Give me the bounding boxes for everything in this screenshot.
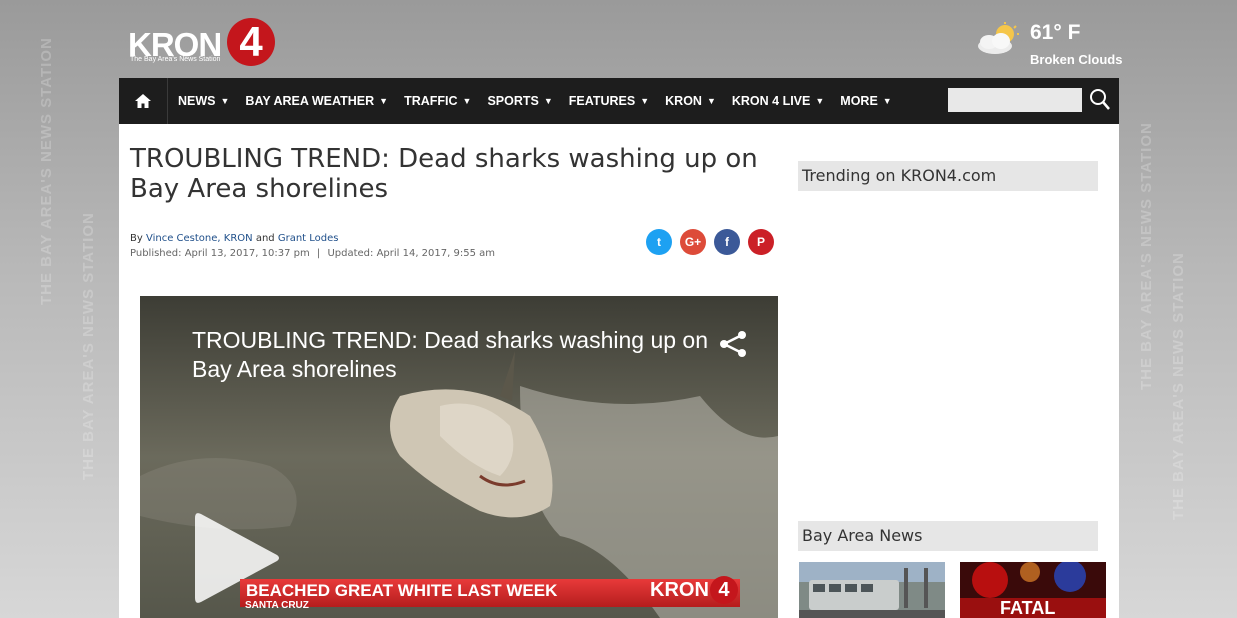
google-plus-icon[interactable]: G+ — [680, 229, 706, 255]
caret-down-icon: ▼ — [640, 96, 650, 106]
nav-item-label: TRAFFIC — [404, 94, 458, 108]
search-icon[interactable] — [1089, 88, 1111, 112]
weather-condition: Broken Clouds — [1030, 52, 1123, 67]
nav-item-sports[interactable]: SPORTS ▼ — [479, 94, 560, 108]
nav-item-kron[interactable]: KRON ▼ — [657, 94, 724, 108]
nav-item-label: BAY AREA WEATHER — [245, 94, 375, 108]
nav-item-label: FEATURES — [568, 94, 636, 108]
news-thumbnail-fatal[interactable]: FATAL — [960, 562, 1106, 618]
date-separator: | — [316, 248, 321, 259]
trending-header: Trending on KRON4.com — [798, 161, 1098, 191]
nav-item-more[interactable]: MORE ▼ — [832, 94, 899, 108]
bay-area-news-header: Bay Area News — [798, 521, 1098, 551]
article-headline: TROUBLING TREND: Dead sharks washing up … — [130, 144, 758, 204]
news-thumbnail-train[interactable] — [799, 562, 945, 618]
nav-item-label: KRON — [665, 94, 702, 108]
caret-down-icon: ▼ — [543, 96, 553, 106]
background-watermark: THE BAY AREA'S NEWS STATION — [1138, 122, 1155, 390]
caret-down-icon: ▼ — [706, 96, 716, 106]
thumbnail-caption: FATAL — [1000, 598, 1056, 618]
background-watermark: THE BAY AREA'S NEWS STATION — [1170, 252, 1187, 520]
author-link[interactable]: Grant Lodes — [278, 233, 339, 244]
facebook-icon[interactable]: f — [714, 229, 740, 255]
byline-and: and — [255, 233, 275, 244]
caret-down-icon: ▼ — [220, 96, 230, 106]
nav-item-news[interactable]: NEWS ▼ — [170, 94, 237, 108]
lower-third-logo-word: KRON — [650, 579, 709, 601]
caret-down-icon: ▼ — [882, 96, 892, 106]
lower-third-location: SANTA CRUZ — [245, 600, 309, 611]
nav-item-traffic[interactable]: TRAFFIC ▼ — [396, 94, 479, 108]
nav-item-features[interactable]: FEATURES ▼ — [561, 94, 657, 108]
lower-third-headline: BEACHED GREAT WHITE LAST WEEK — [246, 581, 558, 600]
search-input[interactable] — [948, 88, 1082, 112]
partly-cloudy-icon — [978, 22, 1019, 54]
caret-down-icon: ▼ — [462, 96, 472, 106]
caret-down-icon: ▼ — [379, 96, 389, 106]
author-link[interactable]: Vince Cestone, KRON — [146, 233, 253, 244]
nav-item-bay-area-weather[interactable]: BAY AREA WEATHER ▼ — [237, 94, 396, 108]
nav-item-kron4-live[interactable]: KRON 4 LIVE ▼ — [724, 94, 832, 108]
logo-number: 4 — [227, 18, 275, 66]
pinterest-icon[interactable]: P — [748, 229, 774, 255]
nav-item-label: MORE — [840, 94, 878, 108]
content-area: TROUBLING TREND: Dead sharks washing up … — [119, 124, 1119, 618]
nav-item-label: SPORTS — [487, 94, 539, 108]
video-title: TROUBLING TREND: Dead sharks washing up … — [192, 327, 708, 382]
background-watermark: THE BAY AREA'S NEWS STATION — [80, 212, 97, 480]
caret-down-icon: ▼ — [815, 96, 825, 106]
weather-temperature: 61° F — [1030, 21, 1081, 44]
nav-item-label: KRON 4 LIVE — [731, 94, 811, 108]
article-dates: Published: April 13, 2017, 10:37 pm | Up… — [130, 248, 495, 259]
byline-prefix: By — [130, 233, 143, 244]
train-image — [799, 562, 945, 618]
video-player[interactable]: TROUBLING TREND: Dead sharks washing up … — [140, 296, 778, 618]
weather-widget[interactable]: 61° F Broken Clouds — [975, 20, 1125, 70]
updated-date: Updated: April 14, 2017, 9:55 am — [327, 248, 495, 259]
nav-home[interactable] — [119, 78, 168, 124]
background-watermark: THE BAY AREA'S NEWS STATION — [38, 37, 55, 305]
home-icon — [135, 94, 151, 108]
share-icon[interactable] — [718, 329, 748, 359]
share-buttons: t G+ f P — [646, 229, 774, 255]
published-date: Published: April 13, 2017, 10:37 pm — [130, 248, 310, 259]
main-nav: NEWS ▼ BAY AREA WEATHER ▼ TRAFFIC ▼ SPORTS ▼… — [119, 78, 1119, 124]
lower-third-logo: KRON 4 — [650, 576, 738, 604]
kron4-logo[interactable]: KRON 4 The Bay Area's News Station — [128, 18, 278, 68]
twitter-icon[interactable]: t — [646, 229, 672, 255]
nav-item-label: NEWS — [178, 94, 216, 108]
byline: By Vince Cestone, KRON and Grant Lodes — [130, 233, 338, 244]
logo-tagline: The Bay Area's News Station — [130, 56, 221, 63]
lower-third-logo-number: 4 — [709, 576, 738, 604]
